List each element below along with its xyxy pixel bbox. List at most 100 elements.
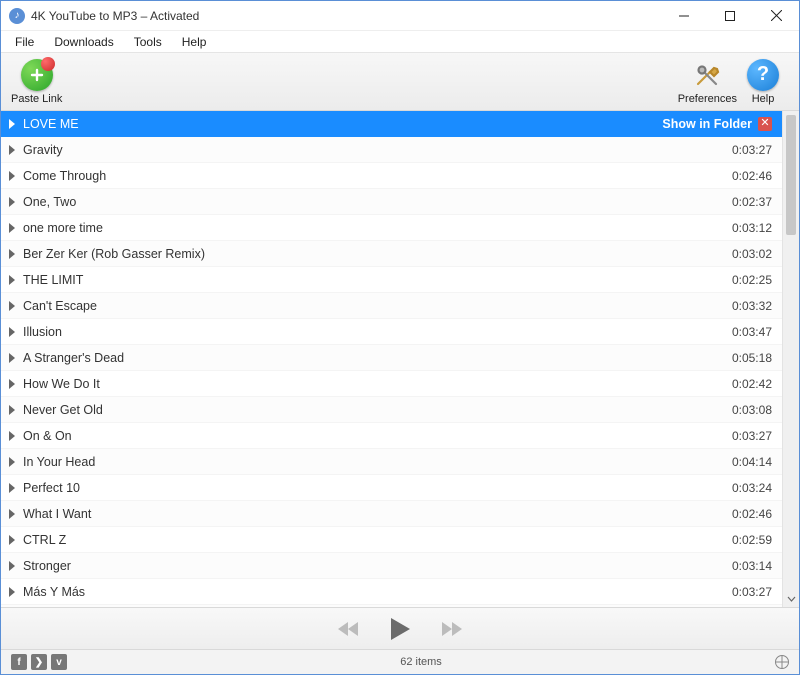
track-row[interactable]: Come Through0:02:46	[1, 163, 782, 189]
help-button[interactable]: ? Help	[747, 59, 779, 105]
globe-icon[interactable]	[775, 655, 789, 669]
play-button[interactable]	[388, 616, 412, 642]
paste-link-icon	[21, 59, 53, 91]
track-row[interactable]: Stronger0:03:14	[1, 553, 782, 579]
track-row[interactable]: What I Want0:02:46	[1, 501, 782, 527]
menu-file[interactable]: File	[5, 33, 44, 51]
paste-link-button[interactable]: Paste Link	[11, 59, 62, 105]
track-title: Come Through	[23, 169, 724, 183]
track-title: Más Y Más	[23, 585, 724, 599]
track-duration: 0:02:25	[732, 273, 772, 287]
track-duration: 0:02:46	[732, 507, 772, 521]
track-duration: 0:03:02	[732, 247, 772, 261]
play-icon	[9, 431, 15, 441]
track-title: On & On	[23, 429, 724, 443]
vimeo-icon[interactable]: v	[51, 654, 67, 670]
track-row[interactable]: Perfect 10 0:03:24	[1, 475, 782, 501]
track-title: Gravity	[23, 143, 724, 157]
track-duration: 0:03:27	[732, 429, 772, 443]
play-icon	[9, 379, 15, 389]
play-icon	[9, 405, 15, 415]
menubar: File Downloads Tools Help	[1, 31, 799, 53]
preferences-button[interactable]: Preferences	[678, 59, 737, 105]
track-duration: 0:03:24	[732, 481, 772, 495]
track-title: one more time	[23, 221, 724, 235]
play-icon	[9, 483, 15, 493]
track-row[interactable]: CTRL Z 0:02:59	[1, 527, 782, 553]
play-icon	[9, 327, 15, 337]
track-duration: 0:03:27	[732, 585, 772, 599]
statusbar: f ❯ v 62 items	[1, 650, 799, 674]
preferences-icon	[691, 59, 723, 91]
track-duration: 0:04:14	[732, 455, 772, 469]
toolbar: Paste Link Preferences ? Help	[1, 53, 799, 111]
play-icon	[9, 145, 15, 155]
track-row-selected[interactable]: LOVE MEShow in Folder ✕	[1, 111, 782, 137]
play-icon	[9, 535, 15, 545]
track-row[interactable]: one more time0:03:12	[1, 215, 782, 241]
twitter-icon[interactable]: ❯	[31, 654, 47, 670]
help-icon: ?	[747, 59, 779, 91]
track-row[interactable]: How We Do It 0:02:42	[1, 371, 782, 397]
show-in-folder-link[interactable]: Show in Folder	[662, 117, 752, 131]
track-row[interactable]: Never Get Old 0:03:08	[1, 397, 782, 423]
track-duration: 0:03:47	[732, 325, 772, 339]
track-title: Stronger	[23, 559, 724, 573]
track-duration: 0:02:59	[732, 533, 772, 547]
facebook-icon[interactable]: f	[11, 654, 27, 670]
play-icon	[9, 119, 15, 129]
track-title: Illusion	[23, 325, 724, 339]
window-controls	[661, 1, 799, 30]
track-row[interactable]: Hollow Life0:03:59	[1, 605, 782, 607]
track-row[interactable]: Más Y Más 0:03:27	[1, 579, 782, 605]
track-title: A Stranger's Dead	[23, 351, 724, 365]
track-duration: 0:02:37	[732, 195, 772, 209]
track-row[interactable]: One, Two 0:02:37	[1, 189, 782, 215]
scrollbar-down-arrow[interactable]	[783, 590, 799, 607]
track-duration: 0:02:42	[732, 377, 772, 391]
next-button[interactable]	[438, 620, 464, 638]
minimize-button[interactable]	[661, 1, 707, 30]
player-controls	[1, 608, 799, 650]
track-title: Ber Zer Ker (Rob Gasser Remix)	[23, 247, 724, 261]
remove-track-button[interactable]: ✕	[758, 117, 772, 131]
play-icon	[9, 301, 15, 311]
menu-tools[interactable]: Tools	[124, 33, 172, 51]
play-icon	[9, 197, 15, 207]
social-links: f ❯ v	[11, 654, 67, 670]
paste-link-label: Paste Link	[11, 93, 62, 105]
track-duration: 0:03:27	[732, 143, 772, 157]
track-title: Never Get Old	[23, 403, 724, 417]
track-row[interactable]: In Your Head0:04:14	[1, 449, 782, 475]
track-row[interactable]: Can't Escape0:03:32	[1, 293, 782, 319]
track-row[interactable]: Ber Zer Ker (Rob Gasser Remix) 0:03:02	[1, 241, 782, 267]
menu-downloads[interactable]: Downloads	[44, 33, 123, 51]
play-icon	[9, 223, 15, 233]
previous-button[interactable]	[336, 620, 362, 638]
close-button[interactable]	[753, 1, 799, 30]
scrollbar[interactable]	[782, 111, 799, 607]
window-title: 4K YouTube to MP3 – Activated	[31, 9, 661, 23]
play-icon	[9, 509, 15, 519]
track-row[interactable]: A Stranger's Dead0:05:18	[1, 345, 782, 371]
track-title: Perfect 10	[23, 481, 724, 495]
track-row[interactable]: Illusion 0:03:47	[1, 319, 782, 345]
track-list[interactable]: LOVE MEShow in Folder ✕ Gravity 0:03:27 Come…	[1, 111, 782, 607]
track-duration: 0:03:08	[732, 403, 772, 417]
track-row[interactable]: THE LIMIT0:02:25	[1, 267, 782, 293]
menu-help[interactable]: Help	[172, 33, 217, 51]
track-title: Can't Escape	[23, 299, 724, 313]
track-title: How We Do It	[23, 377, 724, 391]
play-icon	[9, 561, 15, 571]
track-row[interactable]: On & On 0:03:27	[1, 423, 782, 449]
track-title: CTRL Z	[23, 533, 724, 547]
track-title: One, Two	[23, 195, 724, 209]
play-icon	[9, 587, 15, 597]
maximize-button[interactable]	[707, 1, 753, 30]
play-icon	[9, 249, 15, 259]
track-row[interactable]: Gravity 0:03:27	[1, 137, 782, 163]
play-icon	[9, 171, 15, 181]
track-list-container: LOVE MEShow in Folder ✕ Gravity 0:03:27 Come…	[1, 111, 799, 608]
track-title: LOVE ME	[23, 117, 662, 131]
scrollbar-thumb[interactable]	[786, 115, 796, 235]
